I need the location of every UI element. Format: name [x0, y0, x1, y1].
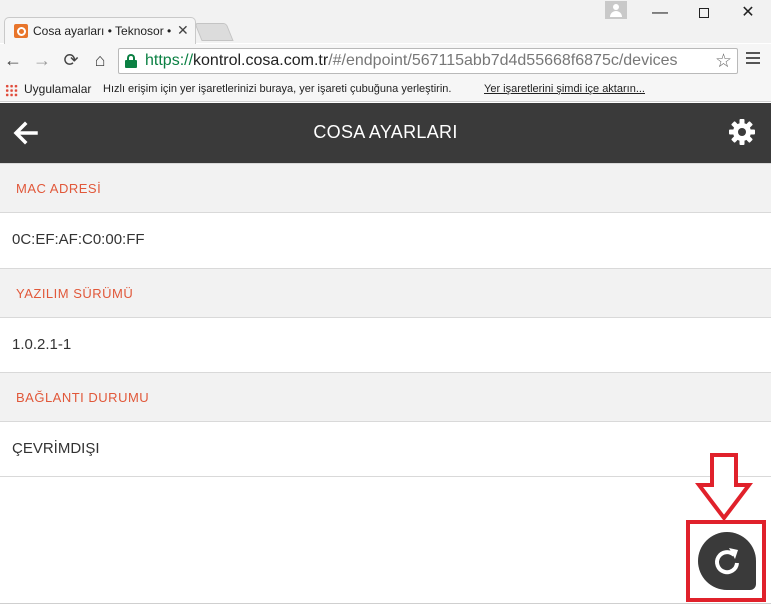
- bookmarks-bar: Uygulamalar Hızlı erişim için yer işaret…: [0, 78, 771, 102]
- browser-menu-icon[interactable]: [746, 52, 760, 66]
- url-scheme: https://: [145, 52, 194, 69]
- divider: [0, 476, 771, 477]
- user-profile-icon[interactable]: [605, 1, 627, 19]
- app-header: COSA AYARLARI: [0, 103, 771, 163]
- maximize-icon: [699, 8, 709, 18]
- gear-icon[interactable]: [728, 118, 756, 146]
- minimize-button[interactable]: —: [640, 2, 680, 24]
- mac-address-label-row: MAC ADRESİ: [0, 163, 771, 213]
- url-text[interactable]: https://kontrol.cosa.com.tr/#/endpoint/5…: [145, 52, 678, 70]
- mac-address-value: 0C:EF:AF:C0:00:FF: [12, 231, 145, 248]
- url-path: /#/endpoint/567115abb7d4d55668f6875c/dev…: [328, 52, 678, 69]
- connection-status-value-row: ÇEVRİMDIŞI: [0, 423, 771, 475]
- software-version-value-row: 1.0.2.1-1: [0, 319, 771, 371]
- close-window-button[interactable]: ✕: [728, 2, 768, 24]
- page-title: COSA AYARLARI: [313, 122, 458, 142]
- cosa-favicon-icon: [14, 24, 28, 38]
- refresh-icon: [715, 548, 739, 575]
- mac-address-value-row: 0C:EF:AF:C0:00:FF: [0, 214, 771, 266]
- apps-grid-icon[interactable]: [5, 84, 18, 97]
- connection-status-label: BAĞLANTI DURUMU: [16, 390, 150, 405]
- browser-titlebar: Cosa ayarları • Teknosor • ✕ — ✕: [0, 0, 771, 44]
- star-icon[interactable]: ☆: [715, 50, 732, 73]
- connection-status-value: ÇEVRİMDIŞI: [12, 440, 100, 457]
- browser-tab[interactable]: Cosa ayarları • Teknosor • ✕: [4, 17, 196, 44]
- software-version-label-row: YAZILIM SÜRÜMÜ: [0, 268, 771, 318]
- import-bookmarks-link[interactable]: Yer işaretlerini şimdi içe aktarın...: [484, 83, 645, 95]
- new-tab-button[interactable]: [194, 23, 234, 41]
- address-bar[interactable]: https://kontrol.cosa.com.tr/#/endpoint/5…: [118, 48, 738, 74]
- url-host: kontrol.cosa.com.tr: [193, 52, 329, 69]
- home-button[interactable]: ⌂: [89, 49, 111, 71]
- reload-button[interactable]: ⟳: [60, 49, 82, 71]
- software-version-label: YAZILIM SÜRÜMÜ: [16, 286, 134, 301]
- tab-title: Cosa ayarları • Teknosor •: [33, 24, 172, 38]
- browser-toolbar: ← → ⟳ ⌂ https://kontrol.cosa.com.tr/#/en…: [0, 44, 771, 78]
- mac-address-label: MAC ADRESİ: [16, 181, 102, 196]
- divider: [0, 603, 771, 604]
- bookmarks-hint: Hızlı erişim için yer işaretlerinizi bur…: [103, 83, 452, 95]
- tab-close-icon[interactable]: ✕: [177, 22, 189, 39]
- back-button[interactable]: ←: [2, 49, 24, 71]
- annotation-down-arrow-icon: [695, 453, 753, 522]
- lock-icon: [125, 54, 137, 68]
- connection-status-label-row: BAĞLANTI DURUMU: [0, 372, 771, 422]
- forward-button[interactable]: →: [31, 49, 53, 71]
- software-version-value: 1.0.2.1-1: [12, 336, 72, 353]
- maximize-button[interactable]: [684, 2, 724, 24]
- apps-shortcut[interactable]: Uygulamalar: [24, 82, 91, 96]
- refresh-button[interactable]: [698, 532, 756, 590]
